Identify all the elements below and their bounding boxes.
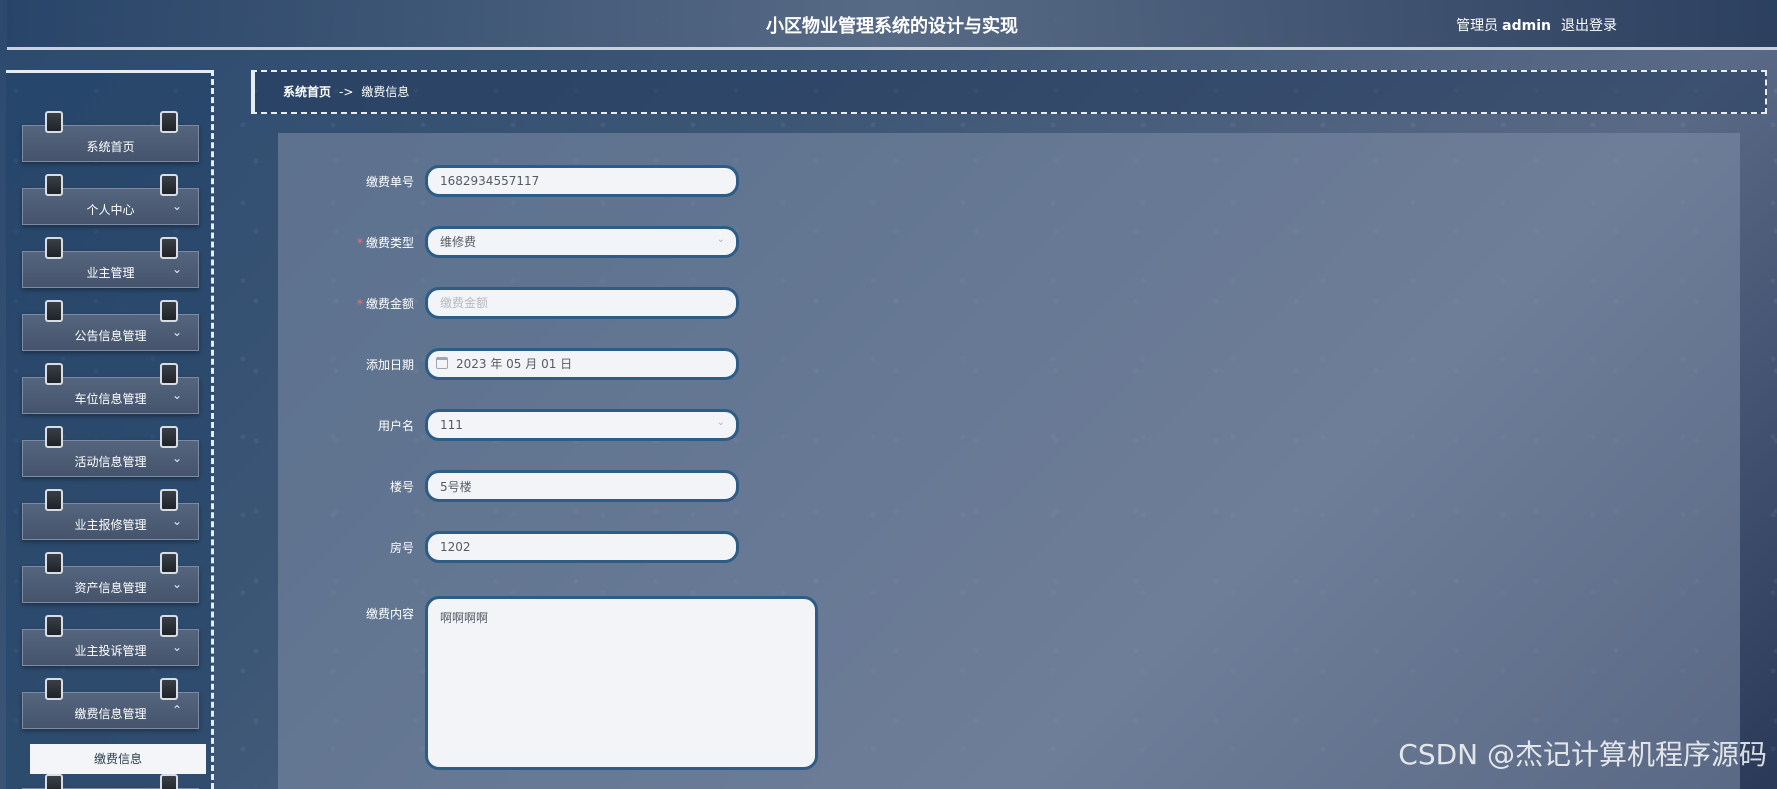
chevron-down-icon: ⌄ (171, 514, 182, 528)
chevron-down-icon: ⌄ (171, 262, 182, 276)
chevron-down-icon: ⌄ (171, 388, 182, 402)
amount-label-text: 缴费金额 (365, 297, 414, 311)
username-select-value[interactable]: 111 (425, 409, 739, 441)
user-area: 管理员 admin 退出登录 (1456, 15, 1617, 35)
clip-icon (45, 774, 63, 789)
chevron-down-icon: ⌄ (171, 451, 182, 465)
calendar-icon (436, 357, 448, 369)
required-mark: * (356, 236, 363, 250)
chevron-down-icon: ⌄ (171, 577, 182, 591)
building-label: 楼号 (389, 480, 414, 494)
clip-icon (160, 111, 178, 133)
clip-icon (45, 363, 63, 385)
date-label: 添加日期 (365, 358, 414, 372)
sidebar-item-label: 系统首页 (86, 140, 135, 154)
breadcrumb-separator: -> (339, 85, 354, 99)
content-label: 缴费内容 (365, 607, 414, 621)
clip-icon (45, 615, 63, 637)
sidebar-item-repair-management[interactable]: 业主报修管理 ⌄ (22, 489, 199, 540)
sidebar: 系统首页 个人中心 ⌄ 业主管理 ⌄ 公告信息管理 ⌄ 车位信息管理 ⌄ 活动信… (6, 70, 214, 789)
date-picker[interactable]: 2023 年 05 月 01 日 (425, 348, 739, 380)
top-header: 小区物业管理系统的设计与实现 管理员 admin 退出登录 (7, 0, 1777, 50)
form-panel: 缴费单号 *缴费类型 维修费 ⌄ *缴费金额 添加日期 2023 年 05 月 … (278, 133, 1740, 789)
clip-icon (160, 615, 178, 637)
user-role: 管理员 (1456, 18, 1499, 34)
clip-icon (45, 111, 63, 133)
logout-link[interactable]: 退出登录 (1561, 18, 1617, 34)
building-input[interactable] (425, 470, 739, 502)
sidebar-item-parking-management[interactable]: 车位信息管理 ⌄ (22, 363, 199, 414)
date-picker-value[interactable]: 2023 年 05 月 01 日 (425, 348, 739, 380)
fee-type-label: * 缴费类型 (278, 234, 414, 251)
amount-label: * 缴费金额 (278, 295, 414, 312)
order-no-input[interactable] (425, 165, 739, 197)
breadcrumb-home[interactable]: 系统首页 (283, 85, 331, 99)
sidebar-item-notice-management[interactable]: 公告信息管理 ⌄ (22, 300, 199, 351)
clip-icon (45, 426, 63, 448)
chevron-down-icon: ⌄ (716, 417, 725, 428)
required-mark: * (356, 297, 363, 311)
amount-input[interactable] (425, 287, 739, 319)
user-name: admin (1502, 18, 1551, 34)
breadcrumb: 系统首页 -> 缴费信息 (251, 70, 1767, 114)
clip-icon (160, 237, 178, 259)
sidebar-item-asset-management[interactable]: 资产信息管理 ⌄ (22, 552, 199, 603)
order-no-label: 缴费单号 (365, 175, 414, 189)
clip-icon (160, 174, 178, 196)
room-input[interactable] (425, 531, 739, 563)
sidebar-item-personal-center[interactable]: 个人中心 ⌄ (22, 174, 199, 225)
sidebar-item-activity-management[interactable]: 活动信息管理 ⌄ (22, 426, 199, 477)
sidebar-item-home[interactable]: 系统首页 (22, 111, 199, 162)
clip-icon (160, 489, 178, 511)
clip-icon (160, 426, 178, 448)
sidebar-item-payment-management[interactable]: 缴费信息管理 ⌃ (22, 678, 199, 729)
chevron-down-icon: ⌄ (171, 325, 182, 339)
username-label: 用户名 (377, 419, 414, 433)
clip-icon (160, 552, 178, 574)
fee-type-select-value[interactable]: 维修费 (425, 226, 739, 258)
clip-icon (45, 237, 63, 259)
clip-icon (160, 678, 178, 700)
clip-icon (45, 489, 63, 511)
chevron-down-icon: ⌄ (716, 234, 725, 245)
clip-icon (45, 300, 63, 322)
clip-icon (45, 552, 63, 574)
content-textarea[interactable]: 啊啊啊啊 (425, 596, 818, 770)
sidebar-item-owner-management[interactable]: 业主管理 ⌄ (22, 237, 199, 288)
clip-icon (160, 774, 178, 789)
clip-icon (45, 174, 63, 196)
chevron-down-icon: ⌄ (171, 640, 182, 654)
sidebar-subitem-payment-info[interactable]: 缴费信息 (30, 744, 206, 774)
clip-icon (160, 300, 178, 322)
fee-type-select[interactable]: 维修费 ⌄ (425, 226, 739, 258)
chevron-down-icon: ⌄ (171, 199, 182, 213)
sidebar-item-complaint-management[interactable]: 业主投诉管理 ⌄ (22, 615, 199, 666)
breadcrumb-current: 缴费信息 (361, 85, 410, 99)
room-label: 房号 (389, 541, 414, 555)
clip-icon (45, 678, 63, 700)
chevron-up-icon: ⌃ (171, 703, 182, 717)
fee-type-label-text: 缴费类型 (365, 236, 414, 250)
username-select[interactable]: 111 ⌄ (425, 409, 739, 441)
clip-icon (160, 363, 178, 385)
